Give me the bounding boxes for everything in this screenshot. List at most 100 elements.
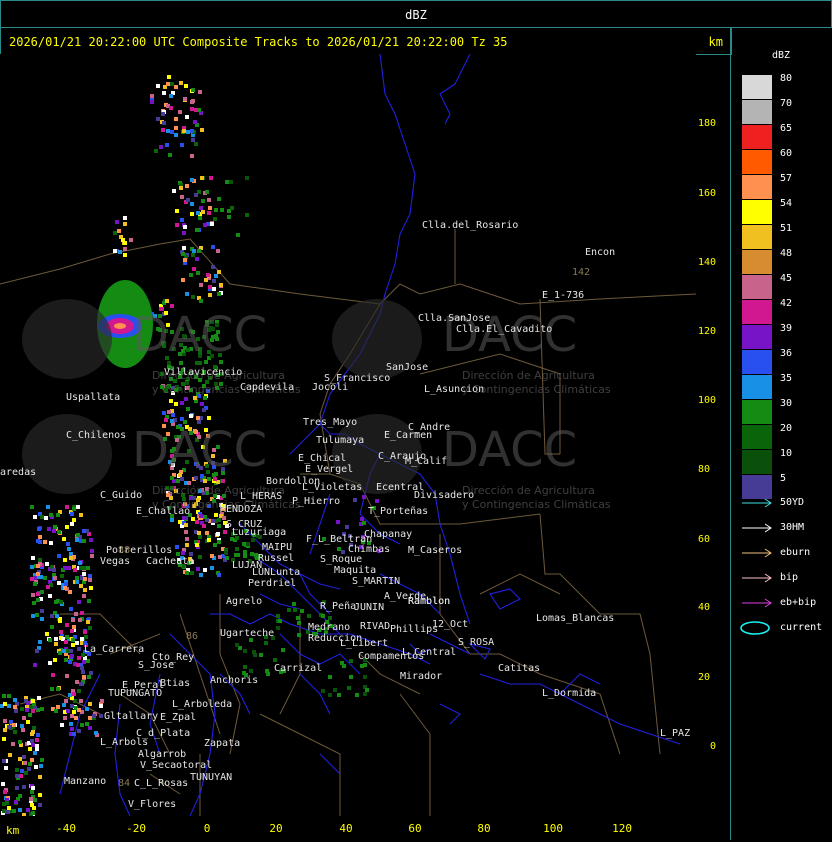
place-label: Clla.del_Rosario: [422, 220, 519, 231]
place-label: Catitas: [498, 663, 541, 674]
echo-pixel: [76, 505, 80, 509]
echo-pixel: [287, 608, 291, 612]
echo-pixel: [167, 75, 171, 79]
echo-pixel: [168, 153, 172, 157]
boundary-line: [399, 693, 431, 816]
echo-pixel: [36, 598, 40, 602]
echo-pixel: [184, 397, 188, 401]
echo-pixel: [60, 574, 64, 578]
echo-pixel: [170, 82, 174, 86]
echo-pixel: [198, 90, 202, 94]
echo-pixel: [207, 211, 211, 215]
place-label: Phillips: [390, 624, 439, 635]
echo-pixel: [169, 94, 173, 98]
echo-pixel: [208, 285, 212, 289]
echo-pixel: [5, 810, 9, 814]
echo-pixel: [75, 576, 79, 580]
echo-pixel: [276, 626, 280, 630]
echo-pixel: [170, 518, 174, 522]
echo-pixel: [55, 614, 59, 618]
echo-pixel: [31, 614, 35, 618]
echo-pixel: [20, 707, 24, 711]
echo-pixel: [225, 556, 229, 560]
echo-pixel: [185, 292, 189, 296]
echo-pixel: [171, 413, 175, 417]
place-label: L_Asuncion: [424, 384, 485, 395]
echo-pixel: [198, 216, 202, 220]
echo-pixel: [363, 692, 367, 696]
echo-pixel: [80, 611, 84, 615]
echo-pixel: [67, 547, 71, 551]
echo-pixel: [70, 522, 74, 526]
echo-pixel: [196, 416, 200, 420]
echo-pixel: [77, 689, 81, 693]
echo-pixel: [57, 554, 61, 558]
echo-pixel: [243, 665, 247, 669]
echo-pixel: [62, 703, 66, 707]
echo-pixel: [79, 513, 83, 517]
echo-pixel: [156, 117, 160, 121]
echo-pixel: [68, 660, 72, 664]
echo-pixel: [199, 514, 203, 518]
legend-swatch: [742, 400, 772, 424]
echo-pixel: [328, 675, 332, 679]
echo-pixel: [72, 518, 76, 522]
echo-pixel: [88, 626, 92, 630]
place-label: Clla.El_Cavadito: [456, 324, 553, 335]
echo-pixel: [186, 407, 190, 411]
echo-pixel: [206, 273, 210, 277]
echo-pixel: [37, 696, 41, 700]
echo-pixel: [191, 138, 195, 142]
echo-pixel: [243, 554, 247, 558]
legend-value: 30: [780, 398, 793, 409]
echo-pixel: [72, 507, 76, 511]
legend-swatch: [742, 300, 772, 324]
echo-pixel: [46, 505, 50, 509]
place-label: E_Challao: [136, 506, 191, 517]
echo-pixel: [29, 797, 33, 801]
echo-pixel: [20, 724, 24, 728]
echo-pixel: [70, 727, 74, 731]
echo-pixel: [38, 540, 42, 544]
echo-pixel: [90, 549, 94, 553]
legend-swatch: [742, 425, 772, 449]
legend-value: 20: [780, 423, 793, 434]
radar-map[interactable]: DACC Dirección de Agricultura y Contingenc…: [0, 54, 696, 816]
echo-pixel: [328, 616, 332, 620]
legend-value: 45: [780, 273, 793, 284]
echo-pixel: [362, 495, 366, 499]
place-label: C_Chilenos: [66, 430, 127, 441]
echo-pixel: [190, 212, 194, 216]
echo-pixel: [196, 271, 200, 275]
x-tick-label: 0: [203, 822, 211, 835]
echo-pixel: [340, 661, 344, 665]
x-tick-label: 100: [543, 822, 563, 835]
legend-value: 35: [780, 373, 793, 384]
echo-pixel: [82, 594, 86, 598]
y-tick-label: 40: [698, 602, 711, 613]
echo-pixel: [170, 130, 174, 134]
y-tick-label: 160: [698, 188, 717, 199]
echo-pixel: [19, 774, 23, 778]
echo-pixel: [69, 607, 73, 611]
track-arrow-icon: [742, 498, 772, 508]
echo-pixel: [337, 693, 341, 697]
echo-pixel: [64, 640, 68, 644]
echo-pixel: [180, 143, 184, 147]
echo-pixel: [7, 704, 11, 708]
echo-pixel: [205, 531, 209, 535]
legend-swatch: [742, 150, 772, 174]
echo-pixel: [181, 278, 185, 282]
echo-pixel: [88, 578, 92, 582]
echo-pixel: [15, 786, 19, 790]
echo-pixel: [7, 725, 11, 729]
window-title: dBZ: [0, 0, 832, 28]
echo-pixel: [35, 613, 39, 617]
track-arrow-icon: [742, 523, 772, 533]
echo-pixel: [181, 551, 185, 555]
legend-swatch: [742, 225, 772, 249]
echo-pixel: [213, 543, 217, 547]
echo-pixel: [84, 635, 88, 639]
place-label: S_MARTIN: [352, 576, 401, 587]
echo-pixel: [219, 283, 223, 287]
